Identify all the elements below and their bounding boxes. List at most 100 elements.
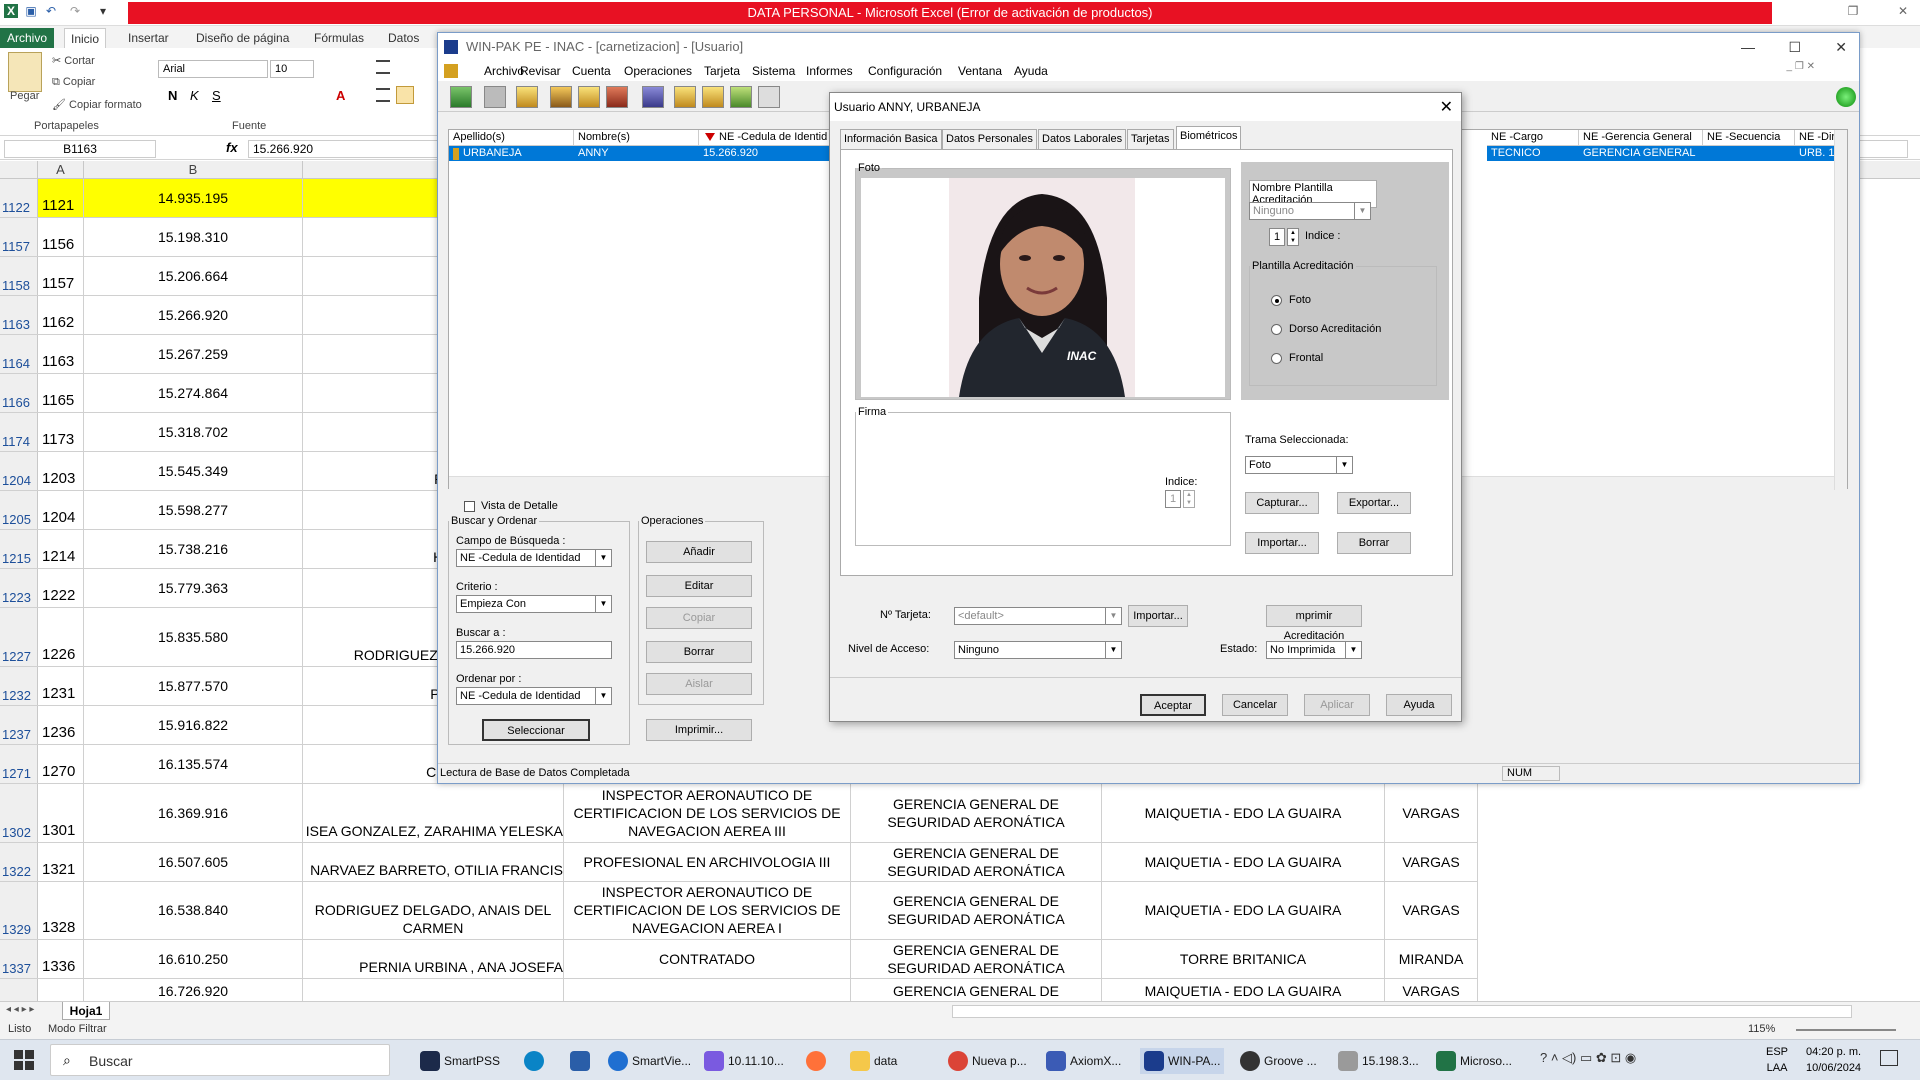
taskbar-search[interactable]: ⌕ Buscar [50, 1044, 390, 1076]
align-center-icon[interactable] [396, 86, 414, 104]
cell-a[interactable] [38, 979, 84, 1001]
zoom-level[interactable]: 115% [1748, 1023, 1775, 1035]
cut-button[interactable]: ✂ Cortar [52, 54, 95, 67]
align-top-icon[interactable] [376, 60, 390, 74]
cancelar-button[interactable]: Cancelar [1222, 694, 1288, 716]
toolbar-add-icon[interactable] [730, 86, 752, 108]
menu-ayuda[interactable]: Ayuda [1014, 64, 1048, 78]
cell-a[interactable]: 1336 [38, 940, 84, 979]
imprimir-acreditacion-button[interactable]: mprimir Acreditación [1266, 605, 1362, 642]
row-header[interactable]: 1322 [0, 842, 38, 881]
cell-b[interactable]: 15.267.259 [84, 335, 303, 374]
tab-inicio[interactable]: Inicio [64, 28, 107, 48]
trama-select[interactable]: Foto ▼ [1245, 456, 1353, 474]
copy-button[interactable]: ⧉ Copiar [52, 76, 95, 89]
taskbar-app-excel[interactable]: Microso... [1436, 1048, 1512, 1074]
cell-b[interactable]: 14.935.195 [84, 179, 303, 218]
cell-a[interactable]: 1204 [38, 491, 84, 530]
cell-f[interactable]: MAIQUETIA - EDO LA GUAIRA [1102, 842, 1385, 881]
cell-b[interactable]: 15.266.920 [84, 296, 303, 335]
cell-g[interactable]: MIRANDA [1385, 940, 1478, 979]
toolbar-door-icon[interactable] [674, 86, 696, 108]
taskbar-app-groove[interactable]: Groove ... [1240, 1048, 1317, 1074]
cell-g[interactable]: VARGAS [1385, 784, 1478, 842]
row-header[interactable]: 1337 [0, 940, 38, 979]
row-header[interactable]: 1302 [0, 784, 38, 842]
col-gerencia[interactable]: NE -Gerencia General [1579, 130, 1703, 146]
row-header[interactable]: 1237 [0, 706, 38, 745]
redo-icon[interactable]: ↷ [68, 4, 82, 18]
radio-foto[interactable] [1271, 295, 1282, 306]
nivel-select[interactable]: Ninguno ▼ [954, 641, 1122, 659]
toolbar-access-icon[interactable] [606, 86, 628, 108]
row-header[interactable]: 1157 [0, 218, 38, 257]
cell-a[interactable]: 1270 [38, 745, 84, 784]
cell-e[interactable]: GERENCIA GENERAL DE [851, 979, 1102, 1001]
cell-a[interactable]: 1301 [38, 784, 84, 842]
cell-b[interactable]: 15.916.822 [84, 706, 303, 745]
cell-f[interactable]: TORRE BRITANICA [1102, 940, 1385, 979]
row-header[interactable]: 1164 [0, 335, 38, 374]
font-name-select[interactable]: Arial [158, 60, 268, 78]
undo-icon[interactable]: ↶ [44, 4, 58, 18]
menu-informes[interactable]: Informes [806, 64, 853, 78]
cell-b[interactable]: 15.835.580 [84, 608, 303, 666]
table-row[interactable]: 1329 1328 16.538.840 RODRIGUEZ DELGADO, ANA… [0, 881, 1478, 941]
row-header[interactable]: 1174 [0, 413, 38, 452]
row-header[interactable]: 1223 [0, 569, 38, 608]
taskbar-app-file[interactable]: 15.198.3... [1338, 1048, 1419, 1074]
row-cargo[interactable]: TECNICO [1487, 146, 1579, 161]
cell-g[interactable]: VARGAS [1385, 881, 1478, 940]
font-size-select[interactable]: 10 [270, 60, 314, 78]
align-left-icon[interactable] [376, 88, 390, 102]
campo-select[interactable]: NE -Cedula de Identidad ▼ [456, 549, 612, 567]
ayuda-button[interactable]: Ayuda [1386, 694, 1452, 716]
cell-b[interactable]: 15.598.277 [84, 491, 303, 530]
borrar-button[interactable]: Borrar [646, 641, 752, 663]
row-header[interactable] [0, 979, 38, 1001]
taskbar-app-firefox[interactable] [806, 1048, 826, 1074]
cell-a[interactable]: 1157 [38, 257, 84, 296]
row-gerencia[interactable]: GERENCIA GENERAL [1579, 146, 1703, 161]
sheet-tab-hoja1[interactable]: Hoja1 [62, 1002, 110, 1020]
imprimir-button[interactable]: Imprimir... [646, 719, 752, 741]
sheet-nav-icon[interactable]: ◂ ◂ ▸ ▸ [6, 1004, 34, 1015]
aceptar-button[interactable]: Aceptar [1140, 694, 1206, 716]
row-header[interactable]: 1158 [0, 257, 38, 296]
bold-icon[interactable]: N [168, 88, 177, 103]
toolbar-report-icon[interactable] [578, 86, 600, 108]
row-apellido[interactable]: URBANEJA [449, 146, 574, 161]
table-row[interactable]: 16.726.920 GERENCIA GENERAL DE MAIQUETIA -… [0, 979, 1478, 1001]
toolbar-print-icon[interactable] [758, 86, 780, 108]
capturar-button[interactable]: Capturar... [1245, 492, 1319, 514]
toolbar-exit-icon[interactable] [450, 86, 472, 108]
row-direccion[interactable]: URB. 1 [1795, 146, 1837, 161]
system-tray-icons[interactable]: ? ˄ ◁) ▭ ✿ ⊡ ◉ [1540, 1050, 1690, 1070]
underline-icon[interactable]: S [212, 88, 221, 103]
toolbar-users-icon[interactable] [642, 86, 664, 108]
cell-a[interactable]: 1236 [38, 706, 84, 745]
cell-a[interactable]: 1226 [38, 608, 84, 666]
cell-a[interactable]: 1156 [38, 218, 84, 257]
close-icon[interactable]: ✕ [1440, 97, 1453, 117]
row-secuencia[interactable] [1703, 146, 1795, 161]
cell-d[interactable] [564, 979, 851, 1001]
cell-a[interactable]: 1328 [38, 881, 84, 940]
cell-a[interactable]: 1203 [38, 452, 84, 491]
indice-spinner-value[interactable]: 1 [1269, 228, 1285, 246]
horizontal-scrollbar[interactable] [952, 1005, 1852, 1018]
cell-a[interactable]: 1321 [38, 842, 84, 881]
col-cargo[interactable]: NE -Cargo [1487, 130, 1579, 146]
italic-icon[interactable]: K [190, 88, 199, 103]
format-painter-button[interactable]: 🖌 Copiar formato [52, 98, 142, 111]
radio-frontal[interactable] [1271, 353, 1282, 364]
cell-c[interactable]: NARVAEZ BARRETO, OTILIA FRANCIS [303, 842, 564, 881]
language-indicator[interactable]: ESP LAA [1766, 1044, 1788, 1076]
row-header[interactable]: 1204 [0, 452, 38, 491]
cell-a[interactable]: 1214 [38, 530, 84, 569]
fx-icon[interactable]: fx [226, 140, 238, 155]
table-row[interactable]: 1322 1321 16.507.605 NARVAEZ BARRETO, OTILI… [0, 842, 1478, 882]
taskbar-app-chrome[interactable]: Nueva p... [948, 1048, 1027, 1074]
restore-icon[interactable]: ❐ [1846, 4, 1860, 18]
tab-archivo[interactable]: Archivo [0, 28, 54, 48]
